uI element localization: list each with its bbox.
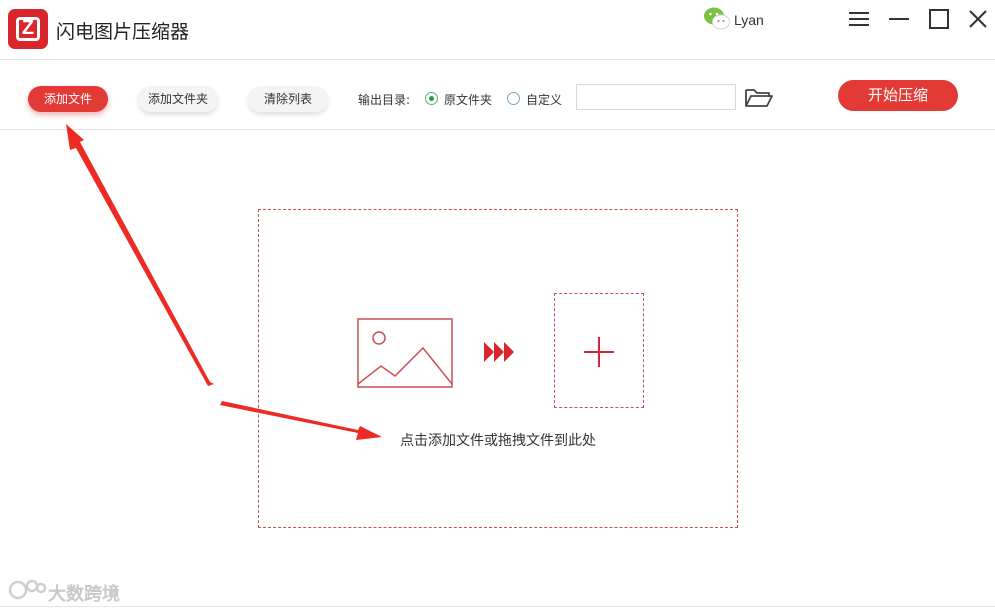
title-bar: Z 闪电图片压缩器 Lyan <box>0 0 995 60</box>
fast-forward-icon <box>484 342 514 362</box>
add-folder-button[interactable]: 添加文件夹 <box>138 86 218 112</box>
watermark: 大数跨境 <box>8 576 138 605</box>
plus-icon <box>584 337 614 367</box>
add-file-button[interactable]: 添加文件 <box>28 86 108 112</box>
annotation-arrow-up <box>66 124 214 386</box>
watermark-text: 大数跨境 <box>48 584 120 605</box>
user-account[interactable]: Lyan <box>702 4 782 34</box>
minimize-icon[interactable] <box>886 6 912 32</box>
add-image-box[interactable] <box>554 293 644 408</box>
clear-list-button[interactable]: 清除列表 <box>248 86 328 112</box>
drop-zone[interactable]: 点击添加文件或拖拽文件到此处 <box>258 209 738 528</box>
app-title: 闪电图片压缩器 <box>56 21 190 43</box>
radio-original-folder[interactable] <box>425 92 438 105</box>
close-icon[interactable] <box>965 6 991 32</box>
output-path-input[interactable] <box>576 84 736 110</box>
menu-icon[interactable] <box>846 6 872 32</box>
watermark-logo-icon <box>8 579 47 600</box>
app-logo: Z <box>8 9 48 49</box>
radio-original-folder-label[interactable]: 原文件夹 <box>444 91 492 108</box>
start-compress-button[interactable]: 开始压缩 <box>838 80 958 111</box>
folder-open-icon[interactable] <box>744 86 774 110</box>
logo-letter: Z <box>21 17 35 39</box>
wechat-icon <box>704 7 730 30</box>
radio-custom[interactable] <box>507 92 520 105</box>
radio-custom-label[interactable]: 自定义 <box>526 91 562 108</box>
user-name: Lyan <box>734 12 764 28</box>
maximize-icon[interactable] <box>926 6 952 32</box>
bottom-divider <box>0 606 995 607</box>
output-directory-label: 输出目录: <box>358 93 411 107</box>
image-placeholder-icon <box>357 318 453 388</box>
toolbar: 添加文件 添加文件夹 清除列表 输出目录: 原文件夹 自定义 开始压缩 <box>0 60 995 130</box>
drop-hint-text: 点击添加文件或拖拽文件到此处 <box>400 433 596 449</box>
